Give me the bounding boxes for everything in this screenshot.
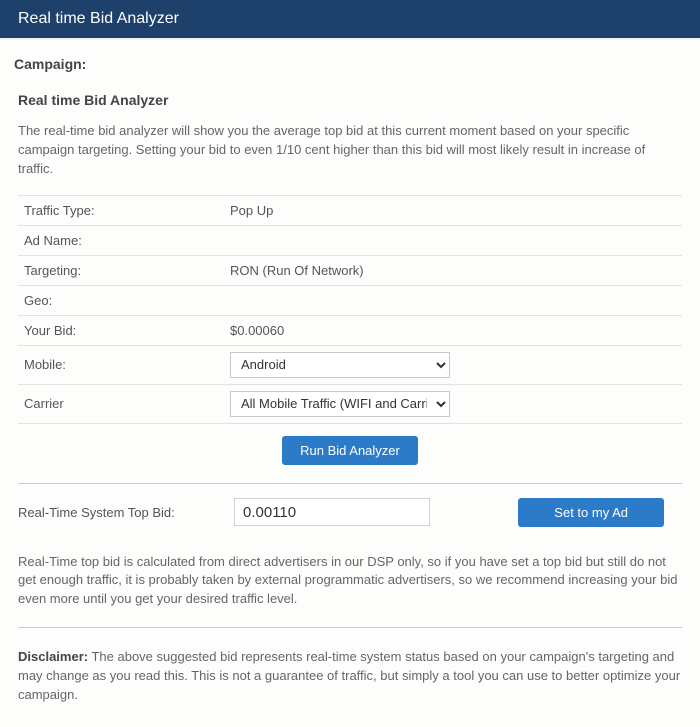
your-bid-label: Your Bid:: [18, 315, 224, 345]
explanation-note: Real-Time top bid is calculated from dir…: [18, 533, 682, 620]
targeting-value: RON (Run Of Network): [224, 255, 682, 285]
traffic-type-value: Pop Up: [224, 195, 682, 225]
table-row: Geo:: [18, 285, 682, 315]
page-body: Campaign: Real time Bid Analyzer The rea…: [0, 40, 700, 727]
mobile-label: Mobile:: [18, 345, 224, 384]
carrier-label: Carrier: [18, 384, 224, 423]
traffic-type-label: Traffic Type:: [18, 195, 224, 225]
table-row: Targeting: RON (Run Of Network): [18, 255, 682, 285]
analyzer-panel: Real time Bid Analyzer The real-time bid…: [12, 84, 688, 707]
panel-title: Real time Bid Analyzer: [18, 86, 682, 122]
table-row: Mobile: Android: [18, 345, 682, 384]
set-to-ad-button[interactable]: Set to my Ad: [518, 498, 664, 527]
disclaimer-text: The above suggested bid represents real-…: [18, 649, 680, 702]
disclaimer: Disclaimer: The above suggested bid repr…: [18, 638, 682, 705]
your-bid-value: $0.00060: [224, 315, 682, 345]
top-bid-row: Real-Time System Top Bid: Set to my Ad: [18, 494, 682, 533]
geo-label: Geo:: [18, 285, 224, 315]
run-analyzer-button[interactable]: Run Bid Analyzer: [282, 436, 418, 465]
properties-table: Traffic Type: Pop Up Ad Name: Targeting:…: [18, 195, 682, 424]
table-row: Traffic Type: Pop Up: [18, 195, 682, 225]
table-row: Your Bid: $0.00060: [18, 315, 682, 345]
table-row: Ad Name:: [18, 225, 682, 255]
targeting-label: Targeting:: [18, 255, 224, 285]
campaign-label: Campaign:: [12, 54, 688, 84]
app-header: Real time Bid Analyzer: [0, 0, 700, 38]
top-bid-label: Real-Time System Top Bid:: [18, 505, 224, 520]
geo-value: [224, 285, 682, 315]
ad-name-value: [224, 225, 682, 255]
app-title: Real time Bid Analyzer: [18, 10, 179, 27]
panel-intro: The real-time bid analyzer will show you…: [18, 122, 682, 195]
top-bid-input[interactable]: [234, 498, 430, 526]
ad-name-label: Ad Name:: [18, 225, 224, 255]
divider: [18, 627, 682, 628]
table-row: Carrier All Mobile Traffic (WIFI and Car…: [18, 384, 682, 423]
divider: [18, 483, 682, 484]
mobile-select[interactable]: Android: [230, 352, 450, 378]
disclaimer-label: Disclaimer:: [18, 649, 88, 664]
carrier-select[interactable]: All Mobile Traffic (WIFI and Carrier): [230, 391, 450, 417]
